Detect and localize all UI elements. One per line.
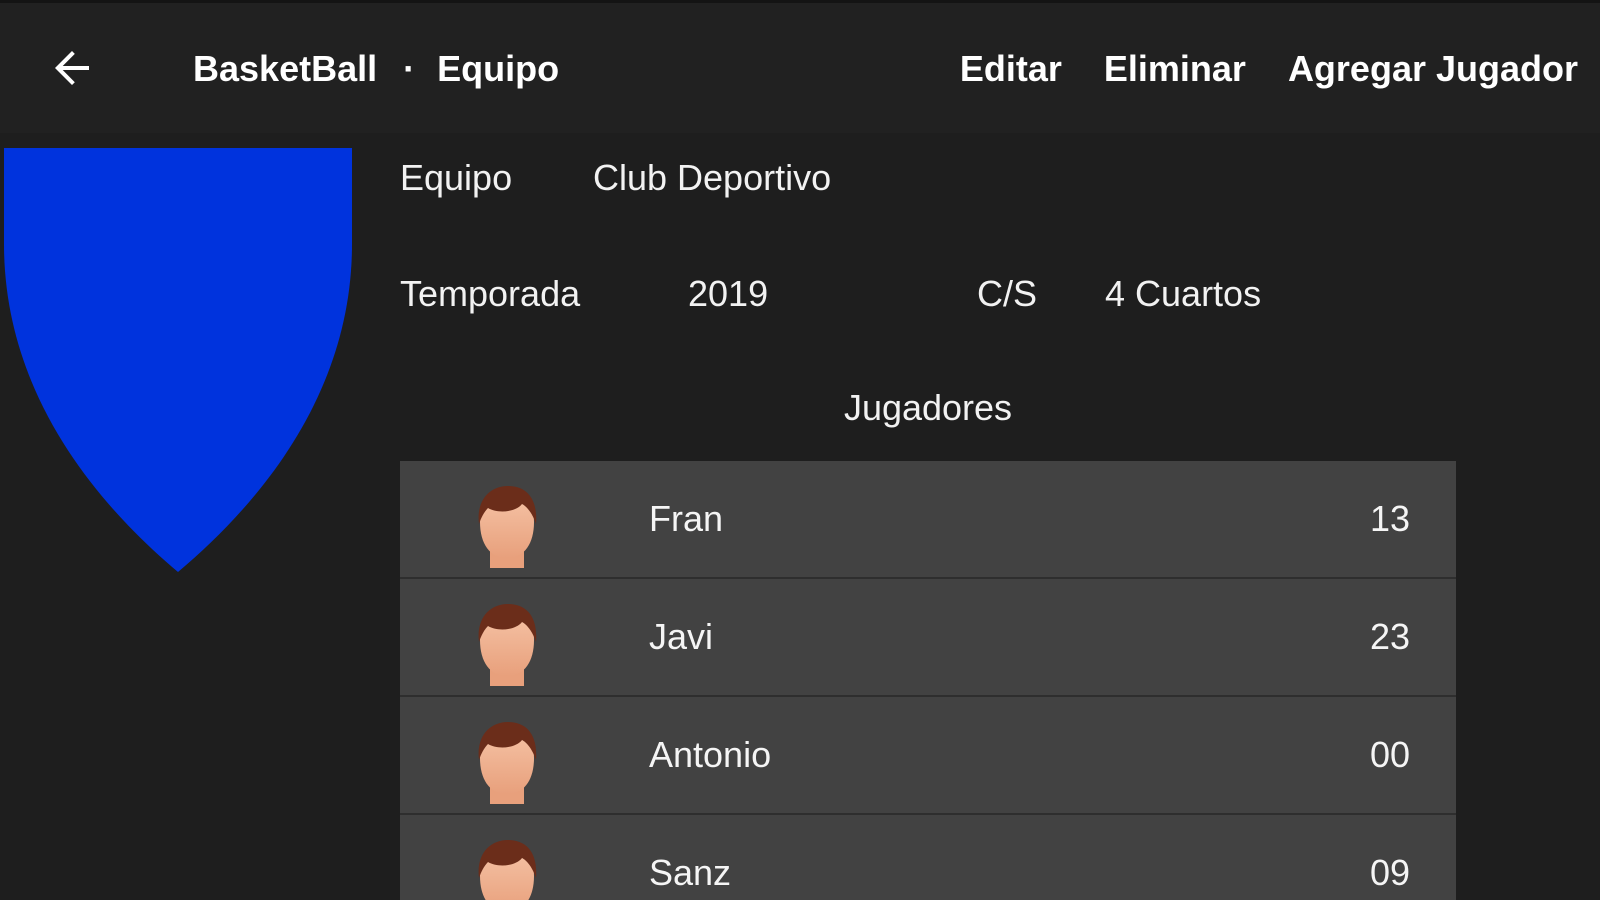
back-button[interactable] (40, 35, 106, 101)
team-value: Club Deportivo (593, 157, 832, 198)
player-number: 13 (1369, 498, 1410, 539)
players-list[interactable]: Fran 13 Javi 23 Antonio 00 Sanz 09 (400, 461, 1456, 900)
player-name: Fran (649, 498, 724, 539)
person-avatar-icon (478, 840, 537, 900)
edit-button[interactable]: Editar (960, 47, 1062, 91)
player-name: Javi (649, 616, 714, 657)
title-separator: · (403, 48, 416, 89)
shield-icon (4, 148, 352, 572)
app-bar: BasketBall · Equipo Editar Eliminar Agrega… (0, 0, 1600, 133)
player-number: 00 (1369, 734, 1410, 775)
list-item[interactable]: Sanz 09 (400, 815, 1456, 900)
player-name: Sanz (649, 852, 732, 893)
players-section-title: Jugadores (843, 387, 1013, 428)
screen-name: Equipo (437, 48, 560, 89)
list-item[interactable]: Antonio 00 (400, 697, 1456, 815)
app-name: BasketBall (193, 48, 378, 89)
app-title: BasketBall · Equipo (193, 47, 559, 91)
list-item[interactable]: Fran 13 (400, 461, 1456, 579)
cs-value: 4 Cuartos (1105, 273, 1262, 314)
season-value: 2019 (688, 273, 769, 314)
person-avatar-icon (478, 486, 537, 568)
team-detail-screen: BasketBall · Equipo Editar Eliminar Agrega… (0, 0, 1600, 900)
cs-label: C/S (977, 273, 1038, 314)
arrow-left-icon (55, 51, 89, 85)
team-label: Equipo (400, 157, 513, 198)
list-item[interactable]: Javi 23 (400, 579, 1456, 697)
delete-button[interactable]: Eliminar (1104, 47, 1246, 91)
player-number: 09 (1369, 852, 1410, 893)
person-avatar-icon (478, 604, 537, 686)
add-player-button[interactable]: Agregar Jugador (1288, 47, 1578, 91)
season-label: Temporada (400, 273, 581, 314)
player-name: Antonio (649, 734, 772, 775)
appbar-actions: Editar Eliminar Agregar Jugador (960, 47, 1578, 91)
player-number: 23 (1369, 616, 1410, 657)
person-avatar-icon (478, 722, 537, 804)
